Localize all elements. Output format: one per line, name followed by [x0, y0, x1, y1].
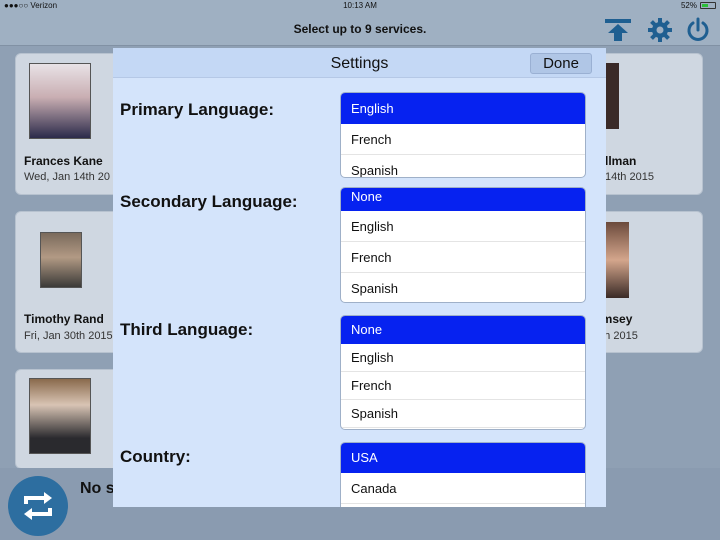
gear-icon	[648, 18, 672, 42]
selection-status: No s	[80, 480, 115, 497]
picker-option-selected[interactable]: None	[341, 188, 585, 211]
profile-photo	[605, 222, 629, 298]
picker-option[interactable]: French	[341, 372, 585, 400]
picker-option[interactable]: Spanish	[341, 155, 585, 177]
power-icon	[687, 17, 709, 41]
primary-language-picker[interactable]: English French Spanish	[340, 92, 586, 178]
picker-option[interactable]: English	[341, 211, 585, 242]
picker-option[interactable]: French	[341, 242, 585, 273]
country-picker[interactable]: USA Canada	[340, 442, 586, 507]
profile-photo	[29, 63, 91, 139]
service-card[interactable]: llman 14th 2015	[594, 53, 703, 195]
status-time: 10:13 AM	[343, 1, 377, 10]
battery-percent: 52%	[680, 1, 697, 10]
status-bar: ●●●○○ Verizon 10:13 AM 52%	[0, 0, 720, 12]
refresh-button[interactable]	[8, 476, 68, 536]
service-card[interactable]: Timothy Rand Fri, Jan 30th 2015	[15, 211, 127, 353]
card-date: 14th 2015	[605, 171, 654, 183]
battery-icon	[700, 2, 716, 9]
modal-header: Settings Done	[113, 48, 606, 78]
card-name: Frances Kane	[24, 154, 103, 168]
picker-option-selected[interactable]: English	[341, 93, 585, 124]
third-language-picker[interactable]: None English French Spanish	[340, 315, 586, 430]
done-button[interactable]: Done	[530, 53, 592, 74]
service-card[interactable]	[15, 369, 127, 469]
card-date: Fri, Jan 30th 2015	[24, 330, 113, 342]
secondary-language-label: Secondary Language:	[120, 192, 298, 211]
picker-option[interactable]: French	[341, 124, 585, 155]
settings-modal: Settings Done Primary Language: English …	[113, 48, 606, 507]
picker-option-selected[interactable]: USA	[341, 443, 585, 473]
settings-button[interactable]	[646, 16, 674, 44]
primary-language-label: Primary Language:	[120, 100, 274, 119]
upload-icon	[605, 19, 631, 41]
picker-option[interactable]: Canada	[341, 473, 585, 504]
card-name: llman	[605, 154, 637, 168]
third-language-label: Third Language:	[120, 320, 254, 339]
card-date: Wed, Jan 14th 20	[24, 171, 111, 183]
service-card[interactable]: amsey 0th 2015	[594, 211, 703, 353]
secondary-language-picker[interactable]: None English French Spanish	[340, 187, 586, 303]
battery-indicator: 52%	[681, 1, 716, 10]
picker-option[interactable]: Spanish	[341, 273, 585, 302]
top-header: Select up to 9 services.	[0, 12, 720, 46]
country-label: Country:	[120, 447, 191, 466]
picker-option-selected[interactable]: None	[341, 316, 585, 344]
refresh-icon	[24, 492, 52, 520]
profile-photo	[605, 63, 619, 129]
service-card[interactable]: Frances Kane Wed, Jan 14th 20	[15, 53, 127, 195]
power-button[interactable]	[684, 16, 712, 44]
profile-photo	[40, 232, 82, 288]
upload-button[interactable]	[604, 16, 632, 44]
card-name: Timothy Rand	[24, 312, 104, 326]
profile-photo	[29, 378, 91, 454]
picker-option[interactable]: English	[341, 344, 585, 372]
picker-option[interactable]: Spanish	[341, 400, 585, 428]
